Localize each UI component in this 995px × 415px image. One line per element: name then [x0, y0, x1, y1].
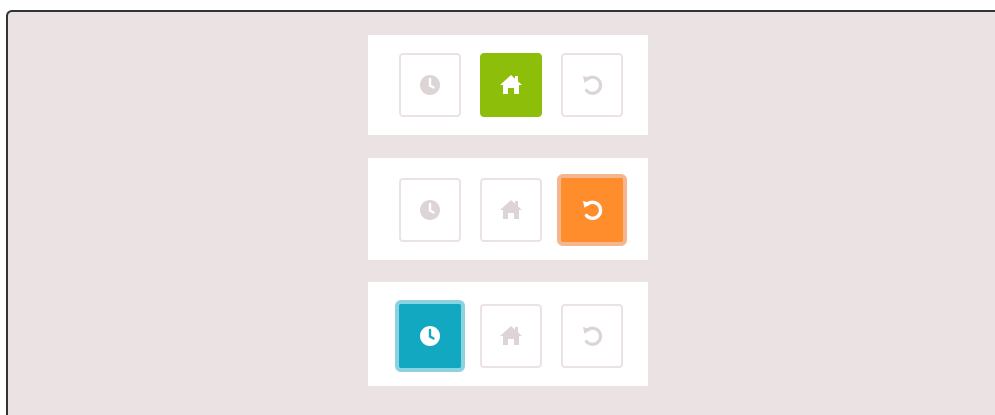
clock-icon [420, 326, 440, 346]
refresh-button[interactable] [557, 174, 627, 246]
home-button[interactable] [480, 178, 542, 242]
button-group-3 [368, 282, 648, 386]
refresh-icon [583, 75, 603, 95]
clock-button[interactable] [395, 300, 465, 372]
refresh-icon [583, 200, 603, 220]
home-button[interactable] [480, 53, 542, 117]
home-icon [500, 200, 522, 219]
button-group-1 [368, 35, 648, 135]
refresh-button[interactable] [561, 53, 623, 117]
clock-button[interactable] [399, 178, 461, 242]
clock-button[interactable] [399, 53, 461, 117]
button-group-2 [368, 158, 648, 260]
home-icon [500, 75, 522, 94]
clock-icon [420, 200, 440, 220]
home-icon [500, 326, 522, 345]
refresh-button[interactable] [561, 304, 623, 368]
home-button[interactable] [480, 304, 542, 368]
refresh-icon [583, 326, 603, 346]
clock-icon [420, 75, 440, 95]
